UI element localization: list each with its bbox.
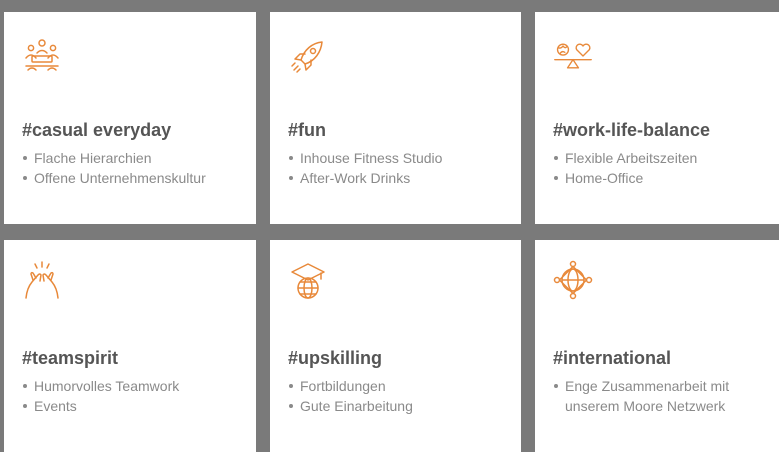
graduation-globe-icon [288, 260, 328, 300]
card-bullet-list: Flexible Arbeitszeiten Home-Office [553, 148, 697, 188]
list-item: Humorvolles Teamwork [22, 376, 179, 396]
list-item: Gute Einarbeitung [288, 396, 413, 416]
card-bullet-list: Enge Zusammenarbeit mit unserem Moore Ne… [553, 376, 765, 416]
card-title: #fun [288, 120, 326, 140]
high-five-icon [22, 260, 62, 300]
list-item: Fortbildungen [288, 376, 413, 396]
card-teamspirit: #teamspirit Humorvolles Teamwork Events [4, 240, 256, 452]
card-title: #teamspirit [22, 348, 119, 368]
card-international: #international Enge Zusammenarbeit mit u… [535, 240, 779, 452]
list-item: Enge Zusammenarbeit mit unserem Moore Ne… [553, 376, 765, 416]
card-title: #casual everyday [22, 120, 172, 140]
card-bullet-list: Humorvolles Teamwork Events [22, 376, 179, 416]
list-item: Events [22, 396, 179, 416]
card-casual-everyday: #casual everyday Flache Hierarchien Offe… [4, 12, 256, 224]
meeting-people-icon [22, 36, 62, 76]
list-item: Home-Office [553, 168, 697, 188]
list-item: Flache Hierarchien [22, 148, 206, 168]
list-item: Inhouse Fitness Studio [288, 148, 442, 168]
card-upskilling: #upskilling Fortbildungen Gute Einarbeit… [270, 240, 521, 452]
card-bullet-list: Flache Hierarchien Offene Unternehmensku… [22, 148, 206, 188]
card-title: #upskilling [288, 348, 383, 368]
list-item: Flexible Arbeitszeiten [553, 148, 697, 168]
card-bullet-list: Inhouse Fitness Studio After-Work Drinks [288, 148, 442, 188]
card-title: #work-life-balance [553, 120, 711, 140]
balance-scale-icon [553, 36, 593, 76]
card-title: #international [553, 348, 672, 368]
card-work-life-balance: #work-life-balance Flexible Arbeitszeite… [535, 12, 779, 224]
rocket-icon [288, 36, 328, 76]
card-fun: #fun Inhouse Fitness Studio After-Work D… [270, 12, 521, 224]
card-bullet-list: Fortbildungen Gute Einarbeitung [288, 376, 413, 416]
list-item: Offene Unternehmenskultur [22, 168, 206, 188]
network-globe-icon [553, 260, 593, 300]
list-item: After-Work Drinks [288, 168, 442, 188]
